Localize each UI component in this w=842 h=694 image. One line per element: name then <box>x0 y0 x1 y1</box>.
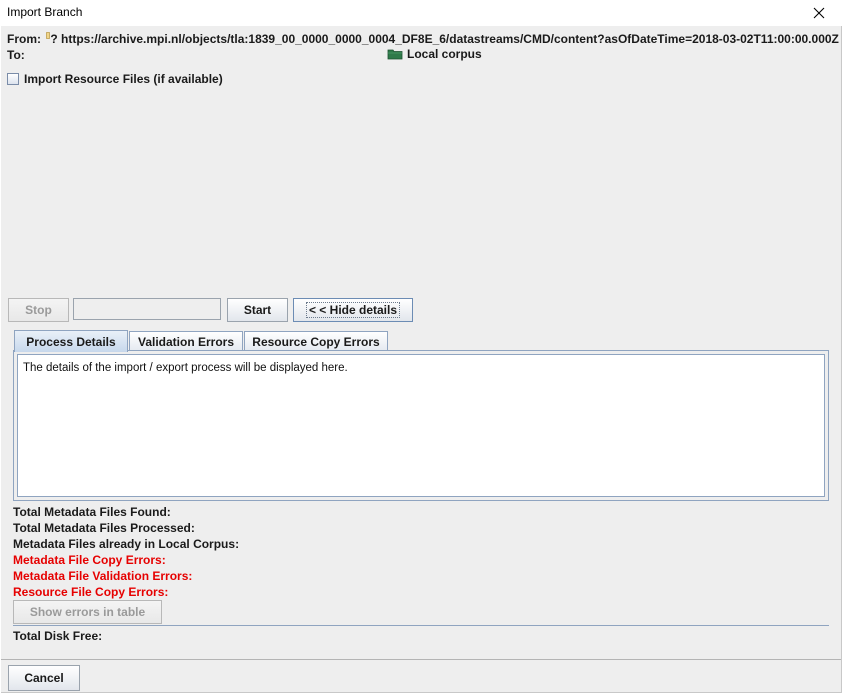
tab-validation-errors[interactable]: Validation Errors <box>129 331 243 351</box>
tab-label: Process Details <box>26 334 116 349</box>
from-url: https://archive.mpi.nl/objects/tla:1839_… <box>61 32 839 46</box>
title-bar: Import Branch <box>0 0 842 26</box>
tab-label: Validation Errors <box>137 334 235 349</box>
stat-copy-errors: Metadata File Copy Errors: <box>13 553 166 567</box>
hide-details-button[interactable]: < < Hide details <box>293 298 413 322</box>
stat-validation-errors: Metadata File Validation Errors: <box>13 569 193 583</box>
window-title: Import Branch <box>7 5 83 19</box>
import-resources-option[interactable]: Import Resource Files (if available) <box>7 72 223 86</box>
stop-button-label: Stop <box>25 303 52 317</box>
tab-panel: The details of the import / export proce… <box>13 350 829 501</box>
tab-resource-copy-errors[interactable]: Resource Copy Errors <box>244 331 388 351</box>
details-text: The details of the import / export proce… <box>23 362 348 374</box>
details-textarea[interactable]: The details of the import / export proce… <box>17 354 825 497</box>
footer-separator <box>1 659 841 660</box>
hide-details-label: < < Hide details <box>305 302 401 318</box>
tab-label: Resource Copy Errors <box>252 334 380 349</box>
stat-disk-free: Total Disk Free: <box>13 629 103 643</box>
from-row: From: ? https://archive.mpi.nl/objects/t… <box>7 32 839 46</box>
dialog-content: From: ? https://archive.mpi.nl/objects/t… <box>1 26 842 693</box>
cancel-button[interactable]: Cancel <box>8 665 80 691</box>
start-button[interactable]: Start <box>227 298 288 322</box>
start-button-label: Start <box>243 303 272 317</box>
stat-resource-copy-errors: Resource File Copy Errors: <box>13 585 169 599</box>
import-resources-checkbox[interactable] <box>7 73 19 85</box>
tab-process-details[interactable]: Process Details <box>14 330 128 352</box>
show-errors-label: Show errors in table <box>29 605 146 619</box>
from-label: From: <box>7 32 41 46</box>
to-label: To: <box>7 48 25 62</box>
from-prefix: ? <box>50 32 58 46</box>
stat-already-in-corpus: Metadata Files already in Local Corpus: <box>13 537 240 551</box>
close-button[interactable] <box>796 0 842 26</box>
import-resources-label: Import Resource Files (if available) <box>24 72 223 86</box>
separator <box>13 625 829 626</box>
show-errors-button[interactable]: Show errors in table <box>13 600 162 624</box>
close-icon <box>813 7 825 19</box>
stat-total-found: Total Metadata Files Found: <box>13 505 171 519</box>
stop-button[interactable]: Stop <box>8 298 69 322</box>
stat-total-processed: Total Metadata Files Processed: <box>13 521 195 535</box>
to-value: Local corpus <box>407 47 482 61</box>
cancel-button-label: Cancel <box>24 671 64 685</box>
folder-icon <box>387 49 403 60</box>
progress-bar <box>73 298 221 320</box>
to-target: Local corpus <box>387 47 482 61</box>
